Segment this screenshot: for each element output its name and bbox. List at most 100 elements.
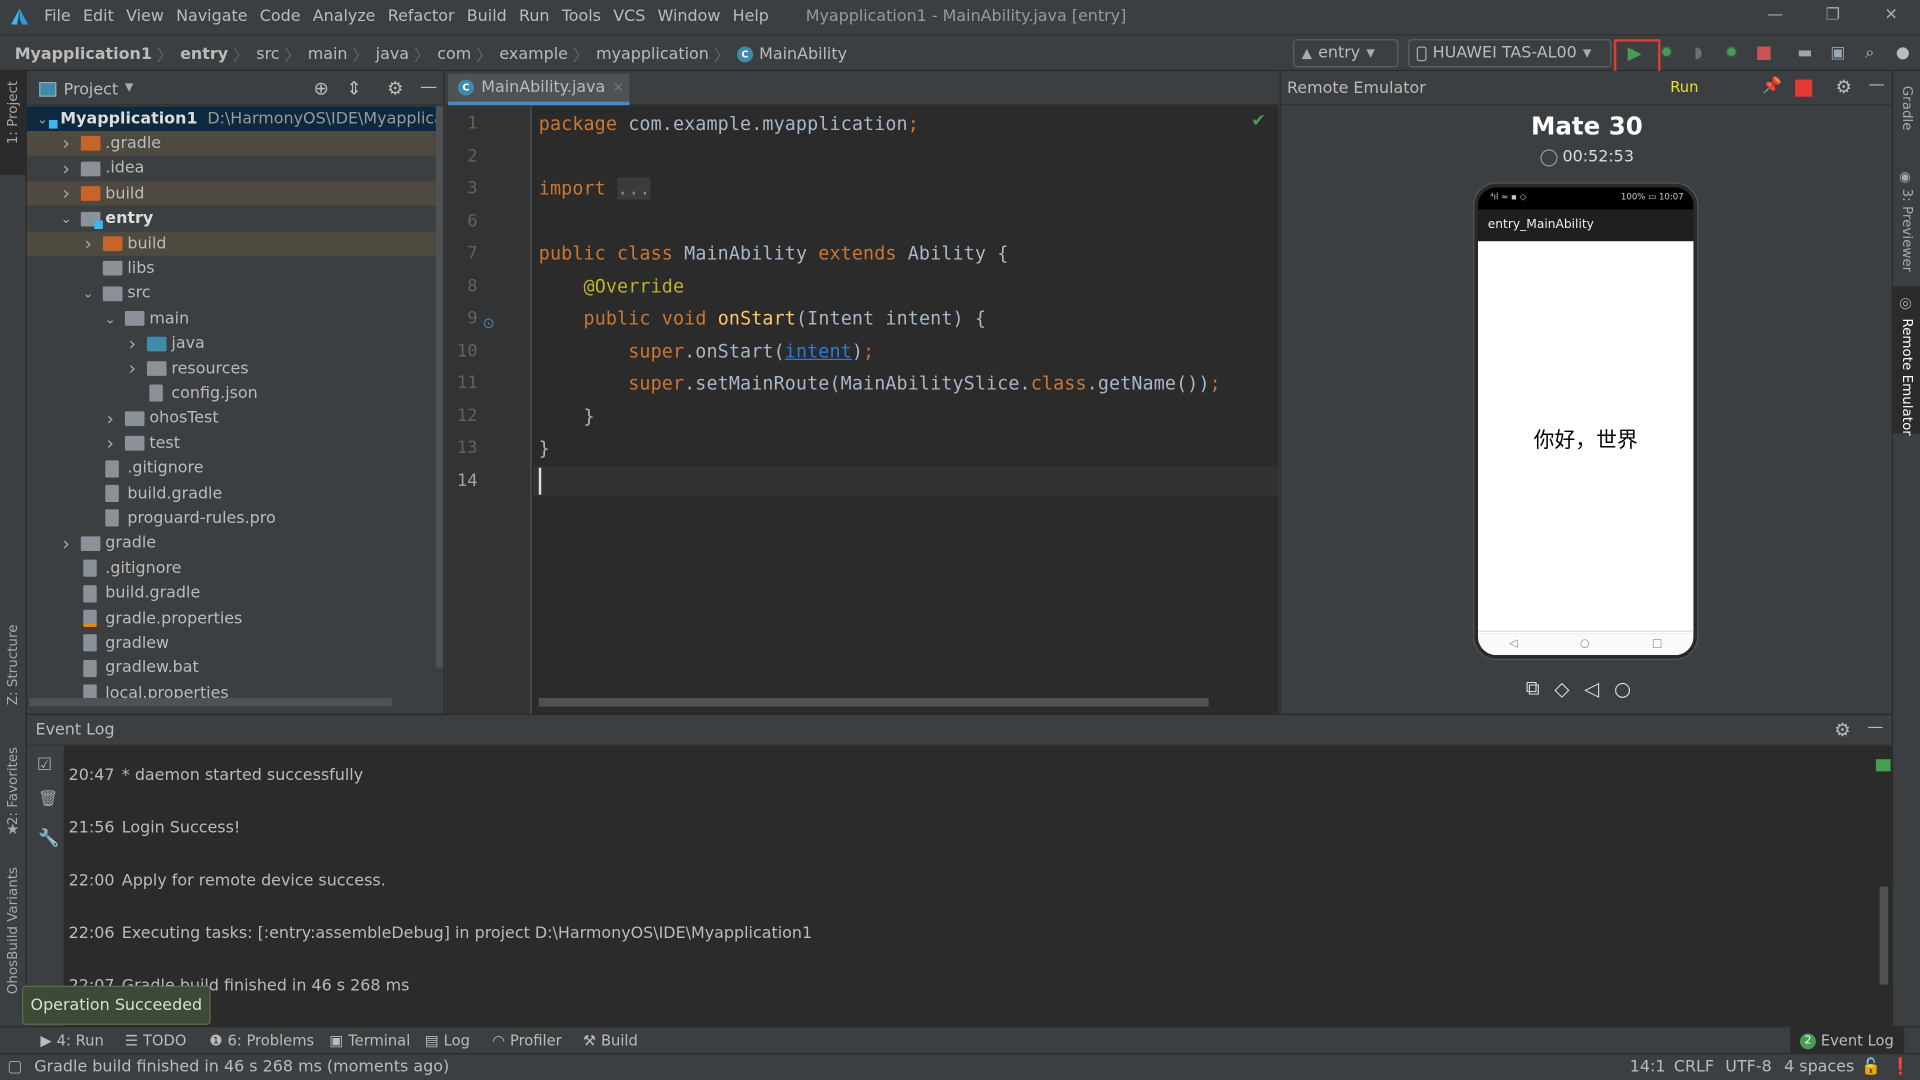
phone-home-icon[interactable]: ○ — [1580, 638, 1590, 650]
hide-icon[interactable]: — — [420, 77, 437, 97]
horizontal-scrollbar[interactable] — [538, 697, 1209, 707]
chevron-right-icon[interactable]: › — [125, 358, 140, 380]
vertical-scrollbar[interactable] — [435, 106, 444, 668]
caret-position[interactable]: 14:1 — [1630, 1058, 1666, 1076]
screenshot-icon[interactable]: ⧉ — [1526, 676, 1540, 700]
tree-item[interactable]: build.gradle — [27, 481, 436, 505]
code-area[interactable]: package com.example.myapplication; import… — [446, 105, 1279, 714]
tree-item[interactable]: › .gradle — [26, 131, 436, 156]
breadcrumb-item[interactable]: MainAbility — [759, 45, 847, 63]
menu-file[interactable]: File — [44, 7, 71, 25]
rotate-icon[interactable]: ◇ — [1554, 677, 1569, 700]
back-icon[interactable]: ◁ — [1584, 677, 1599, 700]
device-manager-icon[interactable]: ▣ — [1827, 42, 1849, 64]
close-tab-icon[interactable]: ✕ — [613, 80, 624, 96]
file-encoding[interactable]: UTF-8 — [1725, 1058, 1771, 1076]
chevron-down-icon[interactable]: ⌄ — [37, 111, 48, 127]
menu-vcs[interactable]: VCS — [613, 7, 645, 25]
chevron-right-icon[interactable]: › — [103, 432, 118, 454]
hide-icon[interactable]: — — [1869, 76, 1885, 94]
toggle-tool-windows-icon[interactable]: ▢ — [7, 1058, 22, 1076]
menu-build[interactable]: Build — [467, 7, 507, 25]
phone-screen[interactable]: 你好，世界 — [1477, 241, 1694, 634]
tool-tab-structure[interactable]: Z: Structure — [5, 624, 21, 705]
debug-icon[interactable]: ✹ — [1656, 42, 1678, 64]
chevron-right-icon[interactable]: › — [125, 333, 140, 355]
chevron-down-icon[interactable]: ⌄ — [81, 286, 96, 302]
breadcrumb-item[interactable]: example — [499, 45, 568, 63]
tree-item[interactable]: .gitignore — [27, 456, 436, 480]
tree-item[interactable]: ⌄ entry — [27, 206, 436, 230]
tree-item[interactable]: gradle.properties — [27, 606, 436, 630]
project-structure-icon[interactable]: ▬ — [1794, 42, 1816, 64]
tab-mainability-java[interactable]: C MainAbility.java ✕ — [448, 73, 630, 106]
chevron-right-icon[interactable]: › — [81, 233, 96, 255]
tab-event-log[interactable]: 2 Event Log — [1790, 1027, 1904, 1055]
tree-item[interactable]: › build — [26, 181, 436, 206]
breadcrumb-item[interactable]: entry — [180, 45, 228, 63]
tree-item[interactable]: config.json — [27, 381, 436, 405]
project-view-select[interactable]: Project — [64, 81, 118, 99]
chevron-right-icon[interactable]: › — [59, 532, 74, 554]
locate-icon[interactable]: ⊕ — [313, 77, 328, 99]
gear-icon[interactable]: ⚙ — [1834, 719, 1850, 741]
mark-all-read-icon[interactable]: ☑ — [37, 756, 52, 776]
tool-tab-gradle[interactable]: Gradle — [1899, 86, 1915, 131]
tree-item[interactable]: ⌄ Myapplication1 D:\HarmonyOS\IDE\Myapplic… — [26, 106, 436, 132]
tab-log[interactable]: ▤ Log — [425, 1032, 470, 1049]
tab-problems[interactable]: ❶ 6: Problems — [209, 1032, 314, 1049]
unlock-icon[interactable]: 🔓 — [1861, 1058, 1881, 1076]
tree-item[interactable]: › build — [26, 231, 436, 256]
line-separator[interactable]: CRLF — [1674, 1058, 1714, 1076]
home-icon[interactable]: ○ — [1614, 677, 1631, 700]
tree-item[interactable]: › .idea — [27, 156, 436, 180]
trash-icon[interactable]: 🗑 — [38, 790, 58, 808]
attach-debugger-icon[interactable]: ◗ — [1687, 42, 1709, 64]
vertical-scrollbar[interactable] — [1879, 886, 1889, 985]
tool-tab-remote-emulator[interactable]: Remote Emulator — [1899, 318, 1915, 435]
tree-item[interactable]: ⌄ main — [27, 306, 436, 330]
tree-item[interactable]: build.gradle — [27, 581, 436, 605]
chevron-right-icon[interactable]: › — [103, 408, 118, 430]
tree-item[interactable]: gradlew.bat — [27, 656, 436, 680]
collapse-all-icon[interactable]: ⇕ — [347, 77, 362, 99]
tree-item[interactable]: proguard-rules.pro — [27, 506, 436, 530]
breadcrumb-item[interactable]: Myapplication1 — [15, 45, 152, 63]
phone-recents-icon[interactable]: □ — [1652, 638, 1662, 650]
menu-navigate[interactable]: Navigate — [176, 7, 247, 25]
breadcrumb-item[interactable]: main — [308, 45, 348, 63]
breadcrumb-item[interactable]: com — [437, 45, 471, 63]
tool-tab-previewer[interactable]: 3: Previewer — [1899, 189, 1915, 273]
chevron-right-icon[interactable]: › — [59, 158, 74, 180]
menu-help[interactable]: Help — [733, 7, 769, 25]
pin-icon[interactable]: 📌 — [1762, 77, 1782, 95]
horizontal-scrollbar[interactable] — [29, 697, 392, 707]
tab-todo[interactable]: ☰ TODO — [125, 1032, 187, 1049]
chevron-down-icon[interactable]: ⌄ — [59, 211, 74, 227]
tool-tab-build-variants[interactable]: OhosBuild Variants — [5, 867, 21, 994]
menu-refactor[interactable]: Refactor — [388, 7, 455, 25]
tab-build[interactable]: ⚒ Build — [583, 1032, 638, 1049]
tree-item[interactable]: gradlew — [27, 631, 436, 655]
close-icon[interactable]: ✕ — [1884, 6, 1897, 24]
tab-profiler[interactable]: ◠ Profiler — [492, 1032, 561, 1049]
tree-item[interactable]: › java — [27, 331, 436, 355]
menu-edit[interactable]: Edit — [83, 7, 114, 25]
menu-tools[interactable]: Tools — [562, 7, 601, 25]
run-button[interactable]: ▶ — [1624, 42, 1646, 64]
chevron-down-icon[interactable]: ▼ — [125, 82, 133, 94]
restore-icon[interactable]: ❐ — [1826, 6, 1840, 24]
tool-tab-favorites[interactable]: 2: Favorites — [5, 747, 21, 825]
stop-emulator-button[interactable] — [1795, 79, 1813, 97]
chevron-right-icon[interactable]: › — [59, 133, 74, 155]
wrench-icon[interactable]: 🔧 — [38, 829, 59, 849]
profile-icon[interactable]: ✹ — [1720, 42, 1742, 64]
breadcrumb-item[interactable]: java — [376, 45, 409, 63]
account-icon[interactable]: ● — [1892, 42, 1914, 64]
tree-item[interactable]: › test — [27, 431, 436, 455]
minimize-icon[interactable]: — — [1767, 6, 1783, 24]
menu-window[interactable]: Window — [658, 7, 721, 25]
breadcrumb-item[interactable]: myapplication — [596, 45, 709, 63]
hide-icon[interactable]: — — [1867, 719, 1883, 737]
gear-icon[interactable]: ⚙ — [387, 77, 403, 99]
